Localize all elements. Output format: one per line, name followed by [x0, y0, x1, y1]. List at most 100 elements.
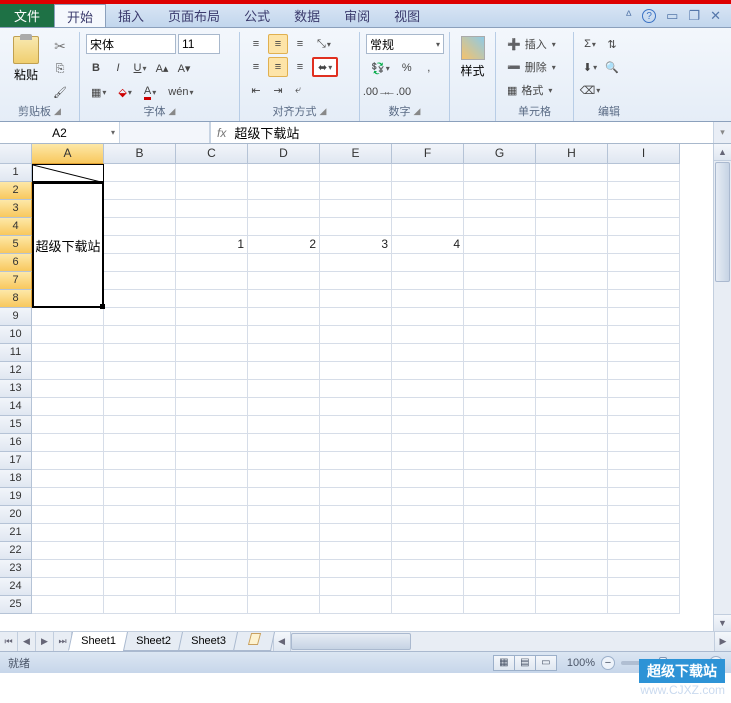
cell-A23[interactable]: [32, 560, 104, 578]
delete-cells-button[interactable]: ➖删除▾: [502, 57, 567, 77]
comma-button[interactable]: ,: [419, 58, 439, 78]
cell-G13[interactable]: [464, 380, 536, 398]
cell-G22[interactable]: [464, 542, 536, 560]
cell-A10[interactable]: [32, 326, 104, 344]
tab-view[interactable]: 视图: [382, 4, 432, 27]
cell-B1[interactable]: [104, 164, 176, 182]
row-header-7[interactable]: 7: [0, 272, 32, 290]
col-header-H[interactable]: H: [536, 144, 608, 164]
cell-G20[interactable]: [464, 506, 536, 524]
cell-E16[interactable]: [320, 434, 392, 452]
cell-D15[interactable]: [248, 416, 320, 434]
cell-B20[interactable]: [104, 506, 176, 524]
cell-C16[interactable]: [176, 434, 248, 452]
cell-I19[interactable]: [608, 488, 680, 506]
cell-G2[interactable]: [464, 182, 536, 200]
cell-G25[interactable]: [464, 596, 536, 614]
cell-H7[interactable]: [536, 272, 608, 290]
cell-D4[interactable]: [248, 218, 320, 236]
col-header-F[interactable]: F: [392, 144, 464, 164]
cell-E3[interactable]: [320, 200, 392, 218]
formula-expand-button[interactable]: ▾: [713, 122, 731, 143]
sheet-nav-next[interactable]: ▶: [36, 632, 54, 651]
cell-I23[interactable]: [608, 560, 680, 578]
cell-D21[interactable]: [248, 524, 320, 542]
row-header-21[interactable]: 21: [0, 524, 32, 542]
increase-font-button[interactable]: A▴: [152, 58, 172, 78]
cell-H14[interactable]: [536, 398, 608, 416]
format-cells-button[interactable]: ▦格式▾: [502, 80, 567, 100]
cell-E4[interactable]: [320, 218, 392, 236]
cell-E8[interactable]: [320, 290, 392, 308]
cell-E7[interactable]: [320, 272, 392, 290]
tab-home[interactable]: 开始: [54, 4, 106, 27]
cell-F4[interactable]: [392, 218, 464, 236]
cell-F1[interactable]: [392, 164, 464, 182]
cell-E24[interactable]: [320, 578, 392, 596]
tab-insert[interactable]: 插入: [106, 4, 156, 27]
cell-F24[interactable]: [392, 578, 464, 596]
bold-button[interactable]: B: [86, 58, 106, 78]
cell-C23[interactable]: [176, 560, 248, 578]
cell-H5[interactable]: [536, 236, 608, 254]
row-header-4[interactable]: 4: [0, 218, 32, 236]
new-sheet-button[interactable]: [233, 632, 275, 651]
row-header-15[interactable]: 15: [0, 416, 32, 434]
cell-C9[interactable]: [176, 308, 248, 326]
cell-D9[interactable]: [248, 308, 320, 326]
zoom-thumb[interactable]: [659, 657, 667, 669]
align-left-button[interactable]: ≡: [246, 57, 266, 77]
cell-H6[interactable]: [536, 254, 608, 272]
align-right-button[interactable]: ≡: [290, 57, 310, 77]
decrease-indent-button[interactable]: ⇤: [246, 80, 266, 100]
cell-B12[interactable]: [104, 362, 176, 380]
cell-D20[interactable]: [248, 506, 320, 524]
cell-E11[interactable]: [320, 344, 392, 362]
cell-D3[interactable]: [248, 200, 320, 218]
font-launcher-icon[interactable]: ◢: [169, 106, 176, 117]
row-header-12[interactable]: 12: [0, 362, 32, 380]
cell-F3[interactable]: [392, 200, 464, 218]
window-close-icon[interactable]: ✕: [710, 8, 721, 24]
window-restore-icon[interactable]: ❐: [688, 8, 700, 24]
cell-A15[interactable]: [32, 416, 104, 434]
cell-E15[interactable]: [320, 416, 392, 434]
vscroll-thumb[interactable]: [715, 162, 730, 282]
paste-button[interactable]: 粘贴: [6, 32, 46, 83]
cell-F10[interactable]: [392, 326, 464, 344]
cell-H11[interactable]: [536, 344, 608, 362]
cell-F17[interactable]: [392, 452, 464, 470]
cell-H1[interactable]: [536, 164, 608, 182]
formula-input[interactable]: [234, 125, 707, 140]
cell-A19[interactable]: [32, 488, 104, 506]
cell-H18[interactable]: [536, 470, 608, 488]
cell-I11[interactable]: [608, 344, 680, 362]
row-header-8[interactable]: 8: [0, 290, 32, 308]
zoom-out-button[interactable]: −: [601, 656, 615, 670]
cell-F18[interactable]: [392, 470, 464, 488]
accounting-format-button[interactable]: 💱▾: [366, 58, 395, 78]
cell-G3[interactable]: [464, 200, 536, 218]
cell-I1[interactable]: [608, 164, 680, 182]
cell-F20[interactable]: [392, 506, 464, 524]
cell-F8[interactable]: [392, 290, 464, 308]
cell-A1-diagonal[interactable]: [32, 164, 104, 182]
row-header-10[interactable]: 10: [0, 326, 32, 344]
clipboard-launcher-icon[interactable]: ◢: [54, 106, 61, 117]
cell-I8[interactable]: [608, 290, 680, 308]
hscroll-thumb[interactable]: [291, 633, 411, 650]
cell-I13[interactable]: [608, 380, 680, 398]
sheet-nav-prev[interactable]: ◀: [18, 632, 36, 651]
cell-C13[interactable]: [176, 380, 248, 398]
col-header-B[interactable]: B: [104, 144, 176, 164]
cell-B13[interactable]: [104, 380, 176, 398]
cell-D23[interactable]: [248, 560, 320, 578]
row-header-16[interactable]: 16: [0, 434, 32, 452]
cell-C6[interactable]: [176, 254, 248, 272]
font-size-select[interactable]: [178, 34, 220, 54]
cell-C4[interactable]: [176, 218, 248, 236]
cell-B4[interactable]: [104, 218, 176, 236]
cell-E5[interactable]: 3: [320, 236, 392, 254]
cell-C15[interactable]: [176, 416, 248, 434]
percent-button[interactable]: %: [397, 58, 417, 78]
